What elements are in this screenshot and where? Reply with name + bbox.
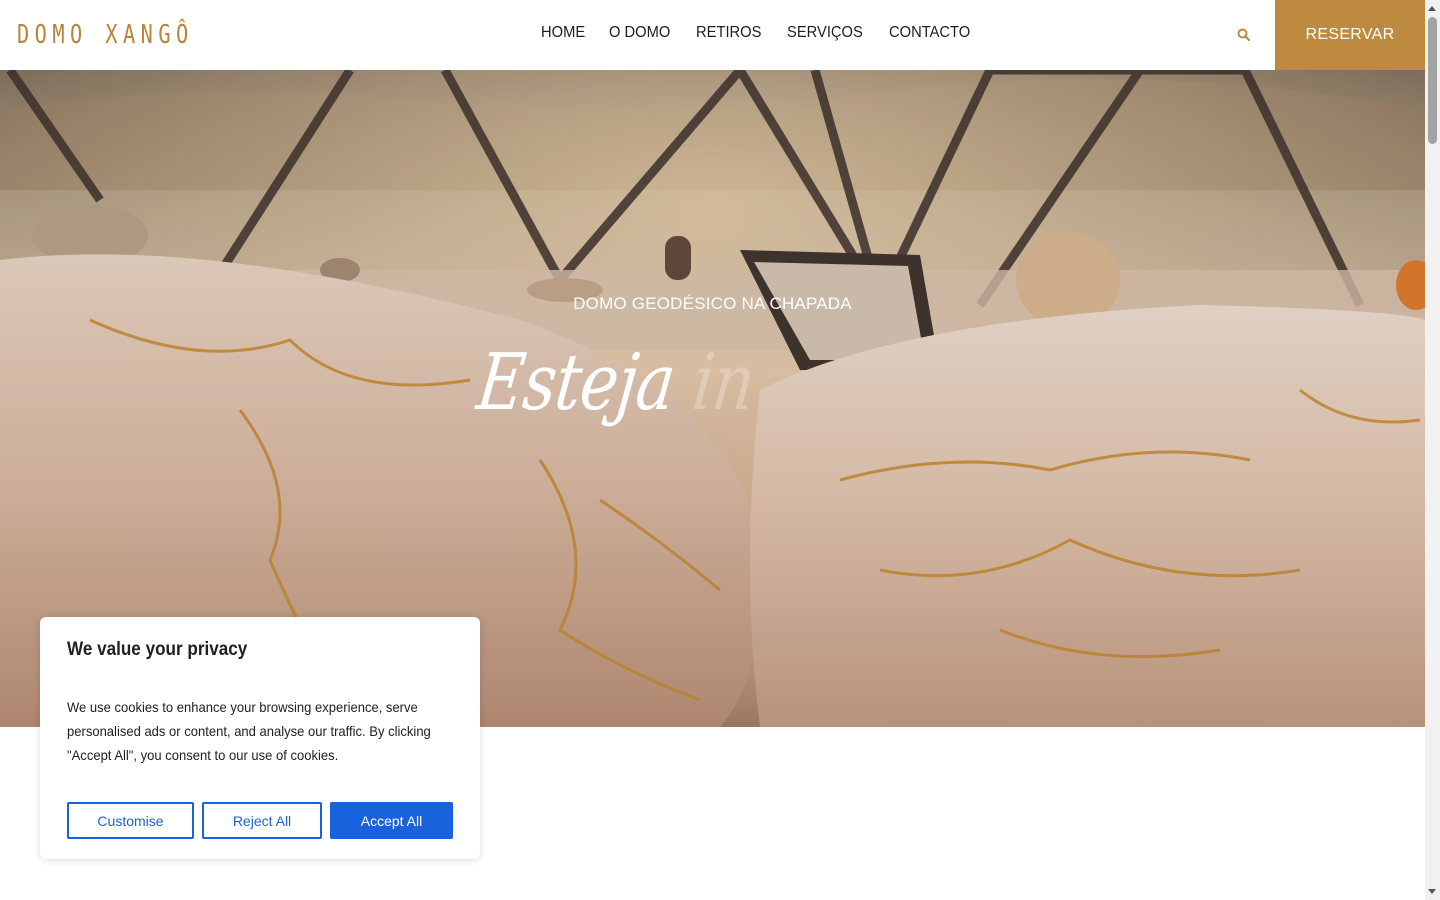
scroll-down-arrow-icon[interactable] <box>1428 889 1436 894</box>
cookie-consent-banner: We value your privacy We use cookies to … <box>40 617 480 859</box>
reject-all-button[interactable]: Reject All <box>202 802 322 839</box>
accept-all-button[interactable]: Accept All <box>330 802 453 839</box>
scroll-up-arrow-icon[interactable] <box>1428 6 1436 11</box>
page-scrollbar[interactable] <box>1425 0 1440 900</box>
hero-script-heading: Esteja in <box>473 338 759 428</box>
site-logo[interactable]: DOMO XANGÔ <box>17 20 194 50</box>
hero-script-visible: Esteja <box>472 338 680 428</box>
nav-item-servicos[interactable]: SERVIÇOS <box>787 24 863 42</box>
nav-item-retiros[interactable]: RETIROS <box>696 24 761 42</box>
scroll-thumb[interactable] <box>1428 17 1437 144</box>
hero-script-faded: in <box>688 338 759 428</box>
nav-item-home[interactable]: HOME <box>541 24 585 42</box>
site-header: DOMO XANGÔ HOME O DOMO RETIROS SERVIÇOS … <box>0 0 1425 70</box>
reserve-button[interactable]: RESERVAR <box>1275 0 1425 70</box>
search-icon[interactable] <box>1235 26 1253 44</box>
cookie-title: We value your privacy <box>67 639 248 660</box>
main-nav: HOME O DOMO RETIROS SERVIÇOS CONTACTO <box>541 24 998 42</box>
hero-subtitle: DOMO GEODÉSICO NA CHAPADA <box>573 294 852 313</box>
nav-item-contacto[interactable]: CONTACTO <box>889 24 970 42</box>
cookie-description: We use cookies to enhance your browsing … <box>67 699 431 763</box>
nav-item-o-domo[interactable]: O DOMO <box>609 24 670 42</box>
customise-button[interactable]: Customise <box>67 802 194 839</box>
